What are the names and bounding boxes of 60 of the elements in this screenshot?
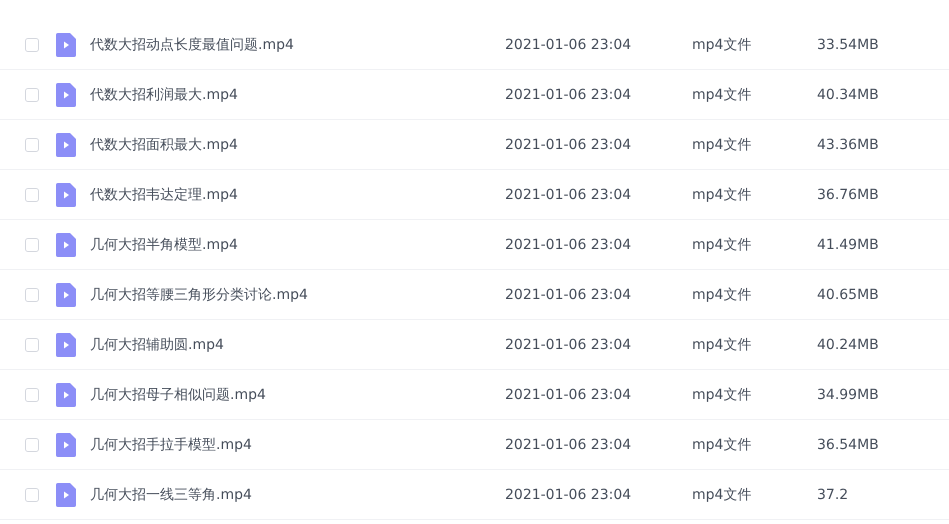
video-file-icon bbox=[56, 482, 76, 506]
checkbox[interactable] bbox=[25, 88, 39, 102]
modified-date: 2021-01-06 23:04 bbox=[505, 86, 632, 102]
file-name[interactable]: 几何大招手拉手模型.mp4 bbox=[90, 436, 505, 454]
file-name[interactable]: 代数大招动点长度最值问题.mp4 bbox=[90, 36, 505, 54]
video-file-icon bbox=[56, 132, 76, 156]
modified-date: 2021-01-06 23:04 bbox=[505, 36, 632, 52]
file-type: mp4文件 bbox=[692, 36, 752, 54]
checkbox[interactable] bbox=[25, 288, 39, 302]
checkbox[interactable] bbox=[25, 38, 39, 52]
video-file-icon bbox=[56, 382, 76, 406]
video-file-icon bbox=[56, 332, 76, 356]
file-type: mp4文件 bbox=[692, 386, 752, 404]
video-file-icon bbox=[56, 232, 76, 256]
file-type: mp4文件 bbox=[692, 436, 752, 454]
file-size: 34.99MB bbox=[817, 386, 879, 402]
file-size: 37.2 bbox=[817, 486, 848, 502]
file-type: mp4文件 bbox=[692, 86, 752, 104]
checkbox[interactable] bbox=[25, 438, 39, 452]
file-name[interactable]: 几何大招等腰三角形分类讨论.mp4 bbox=[90, 286, 505, 304]
file-name[interactable]: 几何大招母子相似问题.mp4 bbox=[90, 386, 505, 404]
file-type: mp4文件 bbox=[692, 286, 752, 304]
file-name[interactable]: 代数大招利润最大.mp4 bbox=[90, 86, 505, 104]
video-file-icon bbox=[56, 432, 76, 456]
modified-date: 2021-01-06 23:04 bbox=[505, 336, 632, 352]
modified-date: 2021-01-06 23:04 bbox=[505, 436, 632, 452]
file-type: mp4文件 bbox=[692, 486, 752, 504]
file-size: 40.24MB bbox=[817, 336, 879, 352]
file-size: 40.65MB bbox=[817, 286, 879, 302]
video-file-icon bbox=[56, 282, 76, 306]
video-file-icon bbox=[56, 82, 76, 106]
file-size: 41.49MB bbox=[817, 236, 879, 252]
modified-date: 2021-01-06 23:04 bbox=[505, 186, 632, 202]
file-type: mp4文件 bbox=[692, 186, 752, 204]
checkbox[interactable] bbox=[25, 388, 39, 402]
modified-date: 2021-01-06 23:04 bbox=[505, 486, 632, 502]
checkbox[interactable] bbox=[25, 188, 39, 202]
modified-date: 2021-01-06 23:04 bbox=[505, 236, 632, 252]
checkbox[interactable] bbox=[25, 488, 39, 502]
file-size: 36.54MB bbox=[817, 436, 879, 452]
file-name[interactable]: 几何大招一线三等角.mp4 bbox=[90, 486, 505, 504]
checkbox[interactable] bbox=[25, 138, 39, 152]
modified-date: 2021-01-06 23:04 bbox=[505, 136, 632, 152]
file-name[interactable]: 几何大招辅助圆.mp4 bbox=[90, 336, 505, 354]
file-type: mp4文件 bbox=[692, 136, 752, 154]
file-size: 40.34MB bbox=[817, 86, 879, 102]
file-size: 33.54MB bbox=[817, 36, 879, 52]
file-name[interactable]: 代数大招面积最大.mp4 bbox=[90, 136, 505, 154]
file-size: 43.36MB bbox=[817, 136, 879, 152]
video-file-icon bbox=[56, 32, 76, 56]
file-size: 36.76MB bbox=[817, 186, 879, 202]
video-file-icon bbox=[56, 182, 76, 206]
modified-date: 2021-01-06 23:04 bbox=[505, 386, 632, 402]
file-type: mp4文件 bbox=[692, 236, 752, 254]
checkbox[interactable] bbox=[25, 238, 39, 252]
file-type: mp4文件 bbox=[692, 336, 752, 354]
checkbox[interactable] bbox=[25, 338, 39, 352]
file-name[interactable]: 几何大招半角模型.mp4 bbox=[90, 236, 505, 254]
modified-date: 2021-01-06 23:04 bbox=[505, 286, 632, 302]
file-name[interactable]: 代数大招韦达定理.mp4 bbox=[90, 186, 505, 204]
